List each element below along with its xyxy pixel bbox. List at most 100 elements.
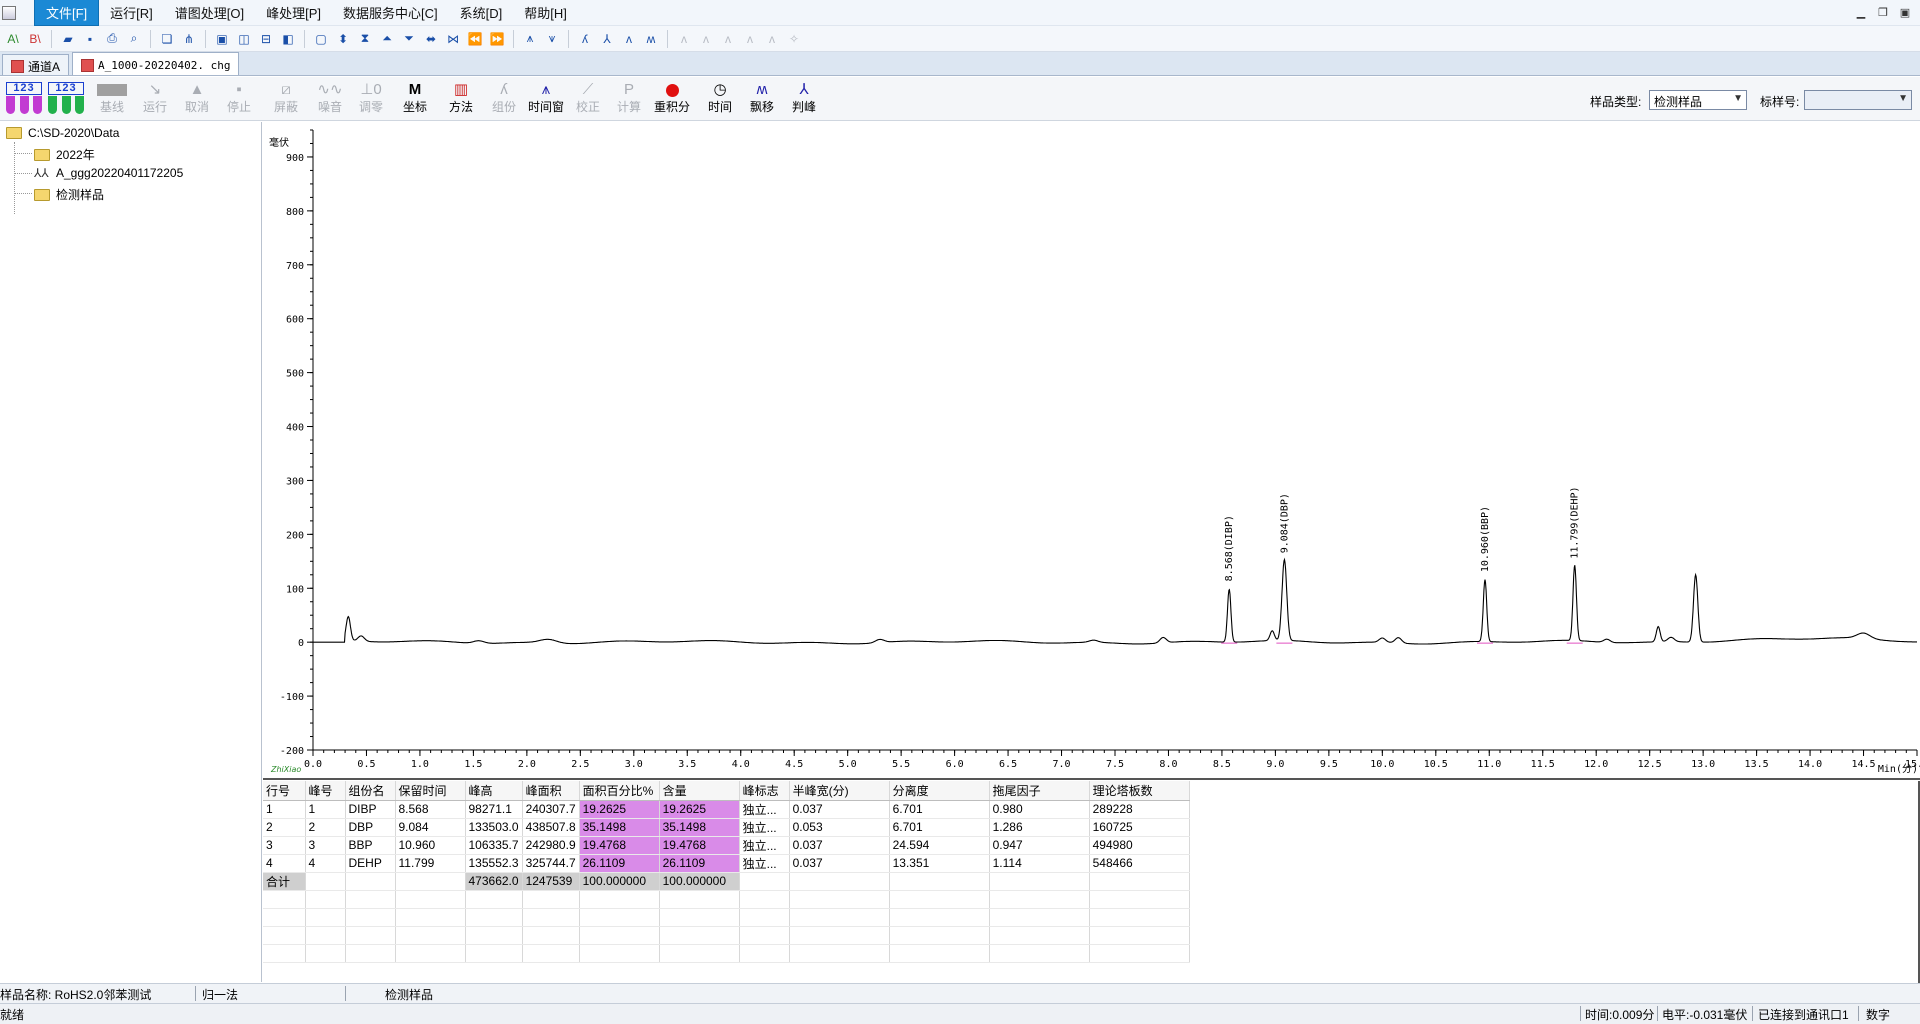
menu-file[interactable]: 文件[F] (34, 0, 100, 26)
col-header[interactable]: 峰号 (305, 781, 346, 801)
save-icon[interactable]: ▪ (81, 30, 99, 48)
menu-peak[interactable]: 峰处理[P] (255, 0, 332, 25)
tree-item-label: 2022年 (56, 148, 95, 162)
time-readout: 时间:0.009分 (1585, 1008, 1655, 1022)
zoom-vertical-icon[interactable]: ⬍ (334, 30, 352, 48)
tree-item-label: A_ggg20220401172205 (56, 166, 184, 180)
shift-left-icon[interactable]: ⏪ (466, 30, 484, 48)
shift-down-icon[interactable]: ⏷ (400, 30, 418, 48)
menu-spectrum[interactable]: 谱图处理[O] (164, 0, 255, 25)
close-icon[interactable]: ▣ (1898, 6, 1912, 19)
tree-root[interactable]: C:\SD-2020\Data (6, 126, 119, 140)
menu-data-service[interactable]: 数据服务中心[C] (332, 0, 449, 25)
baseline-button[interactable]: 基线 (92, 80, 132, 118)
table-cell: 19.2625 (579, 800, 660, 819)
peak-tool-1-icon[interactable]: ⩚ (521, 30, 539, 48)
drift-button[interactable]: ʍ 飘移 (742, 80, 782, 118)
time-button[interactable]: ◷ 时间 (700, 80, 740, 118)
col-header[interactable]: 含量 (659, 781, 740, 801)
noise-button[interactable]: ∿∿ 噪音 (310, 80, 350, 118)
noise-icon: ∿∿ (317, 81, 343, 98)
tree-item-samples[interactable]: 检测样品 (34, 186, 104, 203)
zero-button[interactable]: ⊥0 调零 (351, 80, 391, 118)
print-icon[interactable]: ⎙ (103, 30, 121, 48)
table-cell: DEHP (345, 854, 396, 873)
open-folder-icon[interactable]: ▰ (59, 30, 77, 48)
x-tick-label: 0.0 (304, 759, 322, 770)
x-axis-label: Min(分) (1878, 763, 1918, 775)
std-no-select[interactable]: ▼ (1804, 90, 1912, 110)
reintegrate-button[interactable]: 重积分 (652, 80, 692, 118)
table-row[interactable]: 2 2 DBP 9.084 133503.0 438507.8 35.1498 35.1498… (263, 818, 1190, 837)
calculate-button[interactable]: P 计算 (609, 80, 649, 118)
chromatogram-chart[interactable]: 900 800 700 600 500 400 300 200 100 0 -100 -200 0.0 0… (263, 122, 1920, 780)
peak-tool-6-icon[interactable]: ʍ (642, 30, 660, 48)
col-header[interactable]: 保留时间 (395, 781, 466, 801)
run-button[interactable]: ↘ 运行 (135, 80, 175, 118)
compare-icon[interactable]: ⋔ (180, 30, 198, 48)
menu-run[interactable]: 运行[R] (99, 0, 164, 25)
mask-button[interactable]: ⧄ 屏蔽 (266, 80, 306, 118)
channel-a-icon[interactable]: A\ (4, 30, 22, 48)
table-row[interactable]: 3 3 BBP 10.960 106335.7 242980.9 19.4768 19.476… (263, 836, 1190, 855)
menu-system[interactable]: 系统[D] (449, 0, 514, 25)
peak-tool-3-icon[interactable]: ʎ (576, 30, 594, 48)
tree-item-2022[interactable]: 2022年 (34, 146, 95, 163)
axis-button[interactable]: M 坐标 (395, 80, 435, 118)
col-header[interactable]: 拖尾因子 (989, 781, 1090, 801)
calibrate-button[interactable]: ⟋ 校正 (568, 80, 608, 118)
method-button[interactable]: ▥ 方法 (441, 80, 481, 118)
zoom-y-in-icon[interactable]: ⧗ (356, 30, 374, 48)
shift-up-icon[interactable]: ⏶ (378, 30, 396, 48)
zoom-x-in-icon[interactable]: ⋈ (444, 30, 462, 48)
zoom-horizontal-icon[interactable]: ⬌ (422, 30, 440, 48)
col-header[interactable]: 峰高 (465, 781, 523, 801)
copy-icon[interactable]: ❏ (158, 30, 176, 48)
tab-chromatogram-file[interactable]: A_1000-20220402. chg (72, 52, 240, 75)
table-row[interactable]: 4 4 DEHP 11.799 135552.3 325744.7 26.1109 26.11… (263, 854, 1190, 873)
table-cell: 3 (263, 836, 306, 855)
cancel-button[interactable]: ▲ 取消 (177, 80, 217, 118)
sample-vials-2-icon[interactable]: 123 (48, 82, 84, 116)
app-system-icon[interactable] (2, 5, 16, 20)
disabled-peak-icon: ʌ (769, 31, 775, 46)
col-header[interactable]: 行号 (263, 781, 306, 801)
table-cell: 35.1498 (579, 818, 660, 837)
layout-2-icon[interactable]: ◫ (235, 30, 253, 48)
shift-right-icon[interactable]: ⏩ (488, 30, 506, 48)
print-preview-icon[interactable]: ⌕ (125, 30, 143, 48)
peak-tool-2-icon[interactable]: ⩛ (543, 30, 561, 48)
folder-icon (34, 188, 50, 201)
menu-help[interactable]: 帮助[H] (513, 0, 578, 25)
col-header[interactable]: 半峰宽(分) (789, 781, 890, 801)
restore-icon[interactable]: ❐ (1876, 6, 1890, 19)
layout-1-icon[interactable]: ▣ (213, 30, 231, 48)
peak-tool-5-icon[interactable]: ʌ (620, 30, 638, 48)
tab-channel-a[interactable]: 通道A (2, 54, 70, 75)
col-header[interactable]: 组份名 (345, 781, 396, 801)
stop-button[interactable]: ▪ 停止 (219, 80, 259, 118)
minimize-icon[interactable]: ▁ (1854, 6, 1868, 19)
tree-item-chromatogram[interactable]: ⅄⅄ A_ggg20220401172205 (34, 166, 183, 180)
col-header[interactable]: 面积百分比% (579, 781, 660, 801)
sample-type-select[interactable]: 检测样品 ▼ (1649, 90, 1747, 110)
channel-b-icon[interactable]: B\ (26, 30, 44, 48)
zoom-full-icon[interactable]: ▢ (312, 30, 330, 48)
table-cell: 2 (263, 818, 306, 837)
component-button[interactable]: ʎ 组份 (484, 80, 524, 118)
col-header[interactable]: 分离度 (889, 781, 990, 801)
results-grid[interactable]: 行号 峰号 组份名 保留时间 峰高 峰面积 面积百分比% 含量 峰标志 半峰宽(… (263, 781, 1920, 983)
time-window-button[interactable]: ⩚ 时间窗 (526, 80, 566, 118)
layout-3-icon[interactable]: ⊟ (257, 30, 275, 48)
peak-judge-button[interactable]: ⅄ 判峰 (784, 80, 824, 118)
col-header[interactable]: 峰面积 (522, 781, 580, 801)
col-header[interactable]: 理论塔板数 (1089, 781, 1190, 801)
total-row[interactable]: 合计 473662.0 1247539 100.000000 100.000000 (263, 872, 1190, 891)
empty-row (263, 926, 1190, 945)
peak-tool-4-icon[interactable]: ⅄ (598, 30, 616, 48)
col-header[interactable]: 峰标志 (739, 781, 790, 801)
table-row[interactable]: 1 1 DIBP 8.568 98271.1 240307.7 19.2625 19.2625… (263, 800, 1190, 819)
layout-4-icon[interactable]: ◧ (279, 30, 297, 48)
cancel-label: 取消 (184, 100, 209, 114)
sample-vials-1-icon[interactable]: 123 (6, 82, 42, 116)
